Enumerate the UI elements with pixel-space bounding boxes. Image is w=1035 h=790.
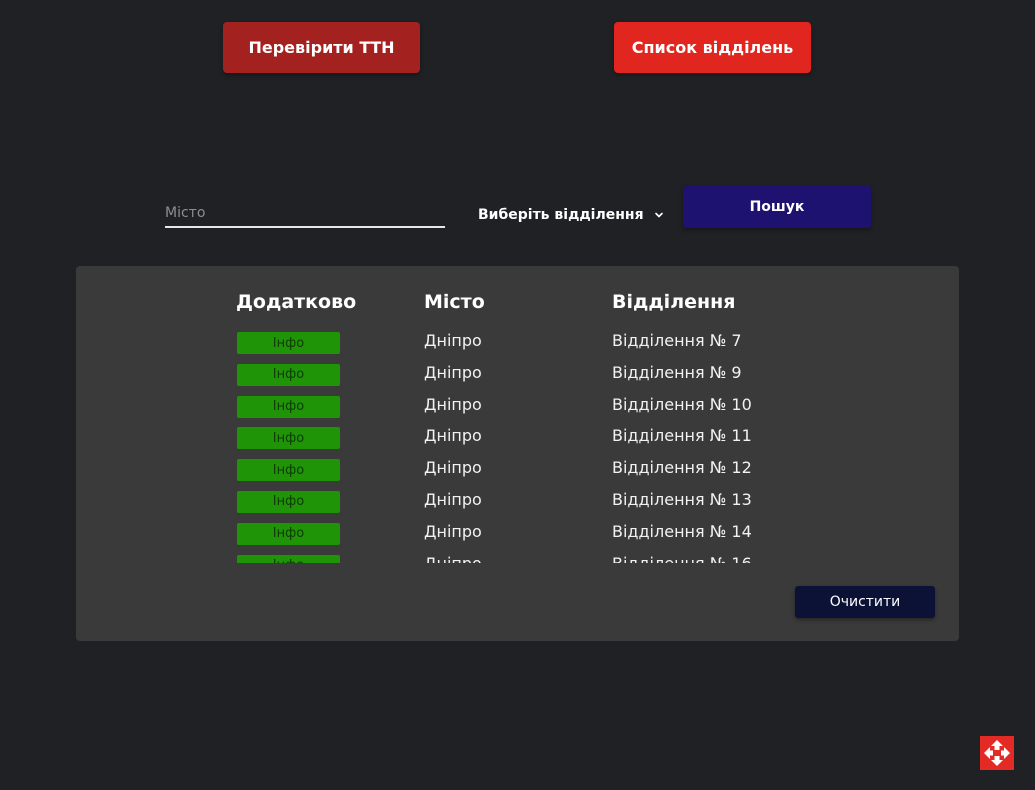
table-row: Інфо Дніпро Відділення № 7	[76, 330, 959, 362]
row-city: Дніпро	[424, 426, 482, 446]
info-button[interactable]: Інфо	[237, 522, 340, 545]
row-branch: Відділення № 16	[612, 554, 752, 563]
table-row: Інфо Дніпро Відділення № 10	[76, 394, 959, 426]
branch-select[interactable]: Виберіть відділення	[478, 207, 664, 223]
chevron-down-icon	[654, 212, 663, 218]
row-branch: Відділення № 9	[612, 362, 742, 382]
branch-select-label: Виберіть відділення	[478, 207, 644, 223]
row-branch: Відділення № 14	[612, 521, 752, 541]
row-city: Дніпро	[424, 489, 482, 509]
info-button[interactable]: Інфо	[237, 427, 340, 450]
city-input[interactable]	[165, 200, 445, 228]
table-row: Інфо Дніпро Відділення № 14	[76, 521, 959, 553]
row-city: Дніпро	[424, 521, 482, 541]
info-button[interactable]: Інфо	[237, 363, 340, 386]
row-city: Дніпро	[424, 331, 482, 350]
table-row: Інфо Дніпро Відділення № 13	[76, 489, 959, 521]
row-branch: Відділення № 7	[612, 331, 742, 350]
row-city: Дніпро	[424, 362, 482, 382]
header-city: Місто	[424, 291, 485, 313]
info-button[interactable]: Інфо	[237, 459, 340, 482]
table-row: Інфо Дніпро Відділення № 11	[76, 425, 959, 457]
table-row: Інфо Дніпро Відділення № 16	[76, 553, 959, 563]
table-row: Інфо Дніпро Відділення № 12	[76, 457, 959, 489]
row-branch: Відділення № 13	[612, 489, 752, 509]
header-extra: Додатково	[236, 291, 357, 313]
branches-panel: Додатково Місто Відділення Інфо Дніпро В…	[76, 266, 959, 641]
logo-arrows-icon	[980, 736, 1014, 770]
table-header: Додатково Місто Відділення	[76, 291, 959, 317]
row-branch: Відділення № 12	[612, 458, 752, 478]
row-city: Дніпро	[424, 554, 482, 563]
info-button[interactable]: Інфо	[237, 395, 340, 418]
search-button[interactable]: Пошук	[683, 186, 871, 228]
header-branch: Відділення	[612, 291, 736, 313]
nova-poshta-logo-icon[interactable]	[980, 736, 1014, 770]
branch-list-button[interactable]: Список відділень	[614, 22, 811, 73]
row-branch: Відділення № 11	[612, 426, 752, 446]
row-branch: Відділення № 10	[612, 394, 752, 414]
info-button[interactable]: Інфо	[237, 490, 340, 513]
table-body[interactable]: Інфо Дніпро Відділення № 7 Інфо Дніпро В…	[76, 330, 959, 563]
clear-button[interactable]: Очистити	[795, 586, 935, 618]
search-bar: Виберіть відділення Пошук	[165, 186, 871, 230]
table-row: Інфо Дніпро Відділення № 9	[76, 362, 959, 394]
info-button[interactable]: Інфо	[237, 554, 340, 563]
row-city: Дніпро	[424, 394, 482, 414]
info-button[interactable]: Інфо	[237, 332, 340, 354]
check-ttn-button[interactable]: Перевірити ТТН	[223, 22, 420, 73]
row-city: Дніпро	[424, 458, 482, 478]
